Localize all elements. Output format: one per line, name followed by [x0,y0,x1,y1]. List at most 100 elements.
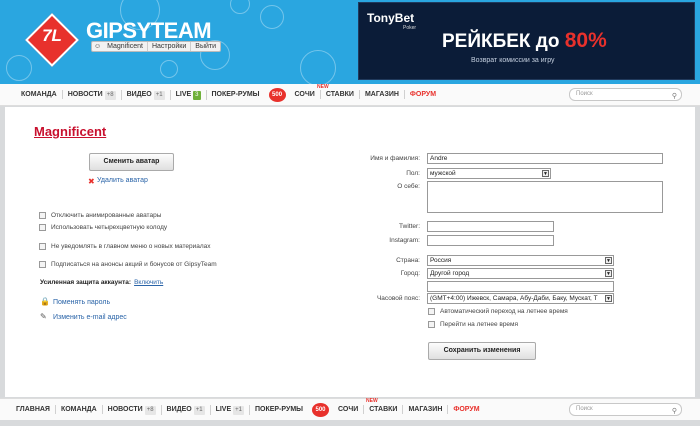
footer-item-home[interactable]: ГЛАВНАЯ [11,405,56,414]
banner-percent: 80% [564,29,607,52]
search-input[interactable]: Поиск ⚲ [569,88,682,101]
gender-select[interactable]: мужской ▼ [427,168,551,179]
nav-item-forum[interactable]: ФОРУМ [405,90,441,99]
nav-label: LIVE [175,90,192,98]
search-icon[interactable]: ⚲ [672,91,677,102]
option-checkbox[interactable] [39,224,46,231]
option-row: Использовать четырехцветную колоду [39,224,167,231]
about-textarea[interactable] [427,181,663,213]
nav-item-video[interactable]: ВИДЕО +1 [122,89,171,100]
twitter-label: Twitter: [399,223,420,230]
count-badge: +1 [153,90,165,100]
settings-link[interactable]: Настройки [148,42,192,51]
twitter-field[interactable] [427,221,554,232]
chevron-down-icon: ▼ [605,257,612,264]
promo-banner[interactable]: TonyBet Poker РЕЙКБЕК до 80% Возврат ком… [358,2,695,80]
city-other-field[interactable] [427,281,614,292]
country-value: Россия [430,257,452,264]
nav-label: LIVE [215,405,232,413]
nav-label: ВИДЕО [126,90,152,98]
logo-mark: 7L [42,26,62,45]
footer-item-live[interactable]: LIVE +1 [211,404,250,415]
nav-label: НОВОСТИ [107,405,143,413]
option-checkbox[interactable] [39,212,46,219]
page-title[interactable]: Magnificent [34,124,106,139]
country-select[interactable]: Россия ▼ [427,255,614,266]
option-checkbox[interactable] [39,261,46,268]
footer-item-video[interactable]: ВИДЕО +1 [162,404,211,415]
security-row: Усиленная защита аккаунта: Включить [40,279,163,286]
site-header: 7L GIPSYTEAM ☺ Magnificent Настройки Вый… [0,0,700,84]
delete-avatar-link[interactable]: Удалить аватар [97,177,148,184]
delete-icon[interactable]: ✖ [88,177,95,186]
search-placeholder: Поиск [576,406,593,412]
search-placeholder: Поиск [576,91,593,97]
option-row: Не уведомлять в главном меню о новых мат… [39,243,211,250]
content-panel [5,107,695,397]
save-button[interactable]: Сохранить изменения [428,342,536,360]
city-select[interactable]: Другой город ▼ [427,268,614,279]
page: 7L GIPSYTEAM ☺ Magnificent Настройки Вый… [0,0,700,426]
city-label: Город: [400,270,420,277]
footer-item-news[interactable]: НОВОСТИ +8 [103,404,162,415]
auto-dst-row: Автоматический переход на летнее время [428,308,568,315]
chevron-down-icon: ▼ [542,170,549,177]
nav-item-shop[interactable]: МАГАЗИН [360,90,405,99]
username-link[interactable]: Magnificent [103,42,148,51]
security-enable-link[interactable]: Включить [134,279,163,286]
nav-item-poker-rooms[interactable]: ПОКЕР-РУМЫ [207,90,265,99]
nav-item-news[interactable]: НОВОСТИ +8 [63,89,122,100]
option-label: Использовать четырехцветную колоду [51,224,168,231]
footer-item-team[interactable]: КОМАНДА [56,405,103,414]
security-label: Усиленная защита аккаунта: [40,279,132,286]
gender-value: мужской [430,170,456,177]
count-badge: +8 [104,90,116,100]
gender-label: Пол: [406,170,420,177]
chevron-down-icon: ▼ [605,295,612,302]
country-label: Страна: [396,257,420,264]
nav-label: НОВОСТИ [67,90,103,98]
badge-500-icon[interactable]: 500 [268,87,286,102]
manual-dst-checkbox[interactable] [428,321,435,328]
auto-dst-checkbox[interactable] [428,308,435,315]
count-badge: +8 [144,405,156,415]
footer-item-forum[interactable]: ФОРУМ [448,405,484,414]
change-avatar-button[interactable]: Сменить аватар [89,153,174,171]
timezone-label: Часовой пояс: [376,295,420,302]
search-icon[interactable]: ⚲ [672,406,677,417]
count-badge: +1 [233,405,244,415]
option-checkbox[interactable] [39,243,46,250]
logout-link[interactable]: Выйти [191,42,220,51]
footer-item-bets[interactable]: СТАВКИ [364,405,404,414]
banner-subtitle: Возврат комиссии за игру [471,57,555,64]
new-label: NEW [317,84,329,90]
option-label: Отключить анимированные аватары [51,212,162,219]
option-row: Подписаться на анонсы акций и бонусов от… [39,261,217,268]
option-label: Подписаться на анонсы акций и бонусов от… [51,261,217,268]
badge-500-icon[interactable]: 500 [312,402,330,417]
chevron-down-icon: ▼ [605,270,612,277]
nav-item-sochi[interactable]: СОЧИ [290,90,321,99]
user-bar: ☺ Magnificent Настройки Выйти [91,41,222,52]
nav-item-bets[interactable]: СТАВКИ [321,90,360,99]
city-value: Другой город [430,270,470,277]
edit-icon: ✎ [40,312,47,321]
change-password-link[interactable]: Поменять пароль [53,299,110,306]
instagram-field[interactable] [427,235,554,246]
nav-item-team[interactable]: КОМАНДА [16,90,63,99]
banner-brand-sub: Poker [403,25,417,31]
name-field[interactable]: Andre [427,153,663,164]
timezone-value: (GMT+4:00) Ижевск, Самара, Абу-Даби, Бак… [430,295,598,302]
footer-item-poker-rooms[interactable]: ПОКЕР-РУМЫ [250,405,308,414]
nav-item-live[interactable]: LIVE 3 [171,89,207,100]
about-label: О себе: [397,183,420,190]
timezone-select[interactable]: (GMT+4:00) Ижевск, Самара, Абу-Даби, Бак… [427,293,614,304]
option-row: Отключить анимированные аватары [39,212,161,219]
footer-search-input[interactable]: Поиск ⚲ [569,403,682,416]
footer-item-sochi[interactable]: СОЧИ [333,405,365,414]
count-badge: 3 [193,90,201,100]
footer-item-shop[interactable]: МАГАЗИН [403,405,449,414]
change-email-link[interactable]: Изменить e-mail адрес [53,314,127,321]
banner-brand: TonyBet [367,11,415,25]
banner-headline-text: РЕЙКБЕК до [442,31,565,52]
